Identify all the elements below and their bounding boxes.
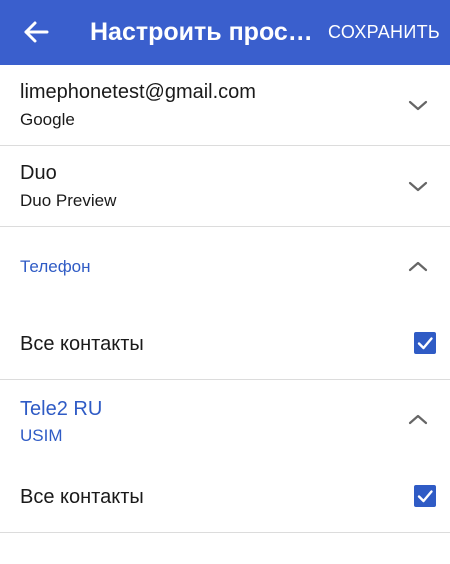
chevron-down-icon[interactable] xyxy=(407,99,429,113)
page-title: Настроить просм... xyxy=(90,18,318,46)
account-row-google[interactable]: limephonetest@gmail.com Google xyxy=(0,65,450,145)
account-type: Duo Preview xyxy=(20,191,117,210)
save-button[interactable]: СОХРАНИТЬ xyxy=(328,20,440,44)
all-contacts-checkbox[interactable] xyxy=(414,332,436,354)
chevron-down-icon[interactable] xyxy=(407,180,429,194)
checkmark-icon xyxy=(417,337,433,350)
section-subtitle: USIM xyxy=(20,426,63,445)
option-label: Все контакты xyxy=(20,333,144,355)
section-header-sim[interactable]: Tele2 RU USIM xyxy=(0,380,450,460)
chevron-up-icon[interactable] xyxy=(407,259,429,273)
arrow-left-icon[interactable] xyxy=(22,18,50,46)
account-name: Duo xyxy=(20,162,57,184)
option-label: Все контакты xyxy=(20,486,144,508)
option-row-all-contacts[interactable]: Все контакты xyxy=(0,460,450,532)
account-type: Google xyxy=(20,110,75,129)
section-header-phone[interactable]: Телефон xyxy=(0,227,450,307)
chevron-up-icon[interactable] xyxy=(407,412,429,426)
checkmark-icon xyxy=(417,490,433,503)
all-contacts-checkbox[interactable] xyxy=(414,485,436,507)
divider xyxy=(0,532,450,533)
section-title: Телефон xyxy=(20,257,91,276)
section-title: Tele2 RU xyxy=(20,398,103,420)
option-row-all-contacts[interactable]: Все контакты xyxy=(0,307,450,379)
account-row-duo[interactable]: Duo Duo Preview xyxy=(0,146,450,226)
account-name: limephonetest@gmail.com xyxy=(20,81,256,103)
app-bar: Настроить просм... СОХРАНИТЬ xyxy=(0,0,450,65)
